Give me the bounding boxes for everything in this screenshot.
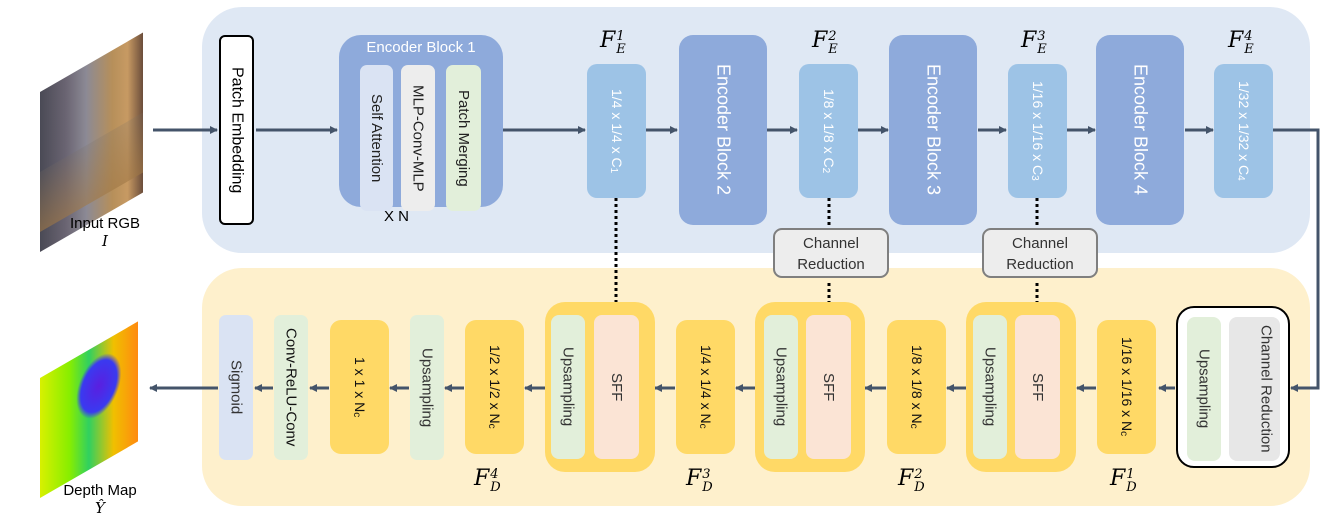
sff-group-3-upsampling: Upsampling [973, 315, 1007, 459]
decoder-feature-4-label: F4D [474, 466, 501, 495]
output-caption-text: Depth Map [63, 482, 137, 499]
decoder-feature-2: 1/8 x 1/8 x Nc [887, 320, 946, 454]
decoder-feature-3: 1/4 x 1/4 x Nc [676, 320, 735, 454]
input-caption: Input RGB I [50, 215, 160, 250]
encoder-feature-1-label: F1E [600, 28, 626, 57]
decoder-feature-2-label: F2D [898, 466, 925, 495]
decoder-feature-4-dims: 1/2 x 1/2 x Nc [486, 345, 503, 429]
output-caption: Depth Map Ŷ [45, 482, 155, 517]
sff-group-1: Upsampling SFF [545, 302, 655, 472]
decoder-feature-1-dims: 1/16 x 1/16 x Nc [1118, 337, 1135, 437]
final-feature-dims: 1 x 1 x Nc [351, 356, 368, 418]
decoder-head-channel-reduction-label: Channel Reduction [1257, 325, 1275, 453]
encoder-feature-3-label: F3E [1021, 28, 1047, 57]
encoder-block-1: Encoder Block 1 Self Attention MLP-Conv-… [339, 35, 503, 211]
decoder-head-upsampling-label: Upsampling [1195, 349, 1213, 429]
decoder-feature-2-dims: 1/8 x 1/8 x Nc [908, 345, 925, 429]
sff-group-2-upsampling: Upsampling [764, 315, 798, 459]
encoder-feature-1: 1/4 x 1/4 x C1 [587, 64, 646, 198]
decoder-head-upsampling: Upsampling [1187, 317, 1221, 461]
encoder-feature-2: 1/8 x 1/8 x C2 [799, 64, 858, 198]
decoder-feature-3-dims: 1/4 x 1/4 x Nc [697, 345, 714, 429]
conv-relu-conv-block: Conv-ReLU-Conv [274, 315, 308, 460]
encoder-feature-2-dims: 1/8 x 1/8 x C2 [820, 88, 837, 174]
sff-group-3: Upsampling SFF [966, 302, 1076, 472]
self-attention-label: Self Attention [368, 93, 385, 183]
encoder-feature-1-dims: 1/4 x 1/4 x C1 [608, 88, 625, 174]
encoder-block-4: Encoder Block 4 [1096, 35, 1184, 225]
decoder-feature-1: 1/16 x 1/16 x Nc [1097, 320, 1156, 454]
patch-merging-label: Patch Merging [455, 89, 472, 187]
decoder-feature-3-label: F3D [686, 466, 713, 495]
encoder-block-3-label: Encoder Block 3 [923, 64, 944, 196]
encoder-feature-4: 1/32 x 1/32 x C4 [1214, 64, 1273, 198]
encoder-block-3: Encoder Block 3 [889, 35, 977, 225]
encoder-feature-3: 1/16 x 1/16 x C3 [1008, 64, 1067, 198]
sigmoid-block: Sigmoid [219, 315, 253, 460]
final-feature: 1 x 1 x Nc [330, 320, 389, 454]
patch-embedding-label: Patch Embedding [228, 66, 246, 194]
self-attention-block: Self Attention [360, 65, 393, 211]
mlp-conv-mlp-label: MLP-Conv-MLP [409, 84, 427, 192]
channel-reduction-2: Channel Reduction [773, 228, 889, 278]
input-symbol: I [102, 232, 108, 250]
encoder-feature-3-dims: 1/16 x 1/16 x C3 [1029, 81, 1046, 181]
encoder-block-4-label: Encoder Block 4 [1130, 64, 1151, 196]
encoder-block-1-title: Encoder Block 1 [366, 39, 476, 56]
decoder-feature-4: 1/2 x 1/2 x Nc [465, 320, 524, 454]
sff-group-3-sff: SFF [1015, 315, 1060, 459]
encoder-block-2: Encoder Block 2 [679, 35, 767, 225]
final-upsampling: Upsampling [410, 315, 444, 460]
input-caption-text: Input RGB [69, 215, 141, 232]
channel-reduction-3: Channel Reduction [982, 228, 1098, 278]
sff-group-2: Upsampling SFF [755, 302, 865, 472]
decoder-head-channel-reduction: Channel Reduction [1229, 317, 1280, 461]
sff-group-1-sff: SFF [594, 315, 639, 459]
encoder-block-2-label: Encoder Block 2 [713, 64, 734, 196]
encoder-feature-4-dims: 1/32 x 1/32 x C4 [1235, 81, 1252, 181]
decoder-feature-1-label: F1D [1110, 466, 1137, 495]
sff-group-1-upsampling: Upsampling [551, 315, 585, 459]
sff-group-2-sff: SFF [806, 315, 851, 459]
decoder-head: Upsampling Channel Reduction [1176, 306, 1290, 468]
repeat-label: X N [384, 208, 410, 225]
mlp-conv-mlp-block: MLP-Conv-MLP [401, 65, 435, 211]
output-symbol: Ŷ [95, 499, 105, 517]
patch-embedding-block: Patch Embedding [219, 35, 254, 225]
encoder-feature-4-label: F4E [1228, 28, 1254, 57]
encoder-feature-2-label: F2E [812, 28, 838, 57]
patch-merging-block: Patch Merging [446, 65, 481, 211]
